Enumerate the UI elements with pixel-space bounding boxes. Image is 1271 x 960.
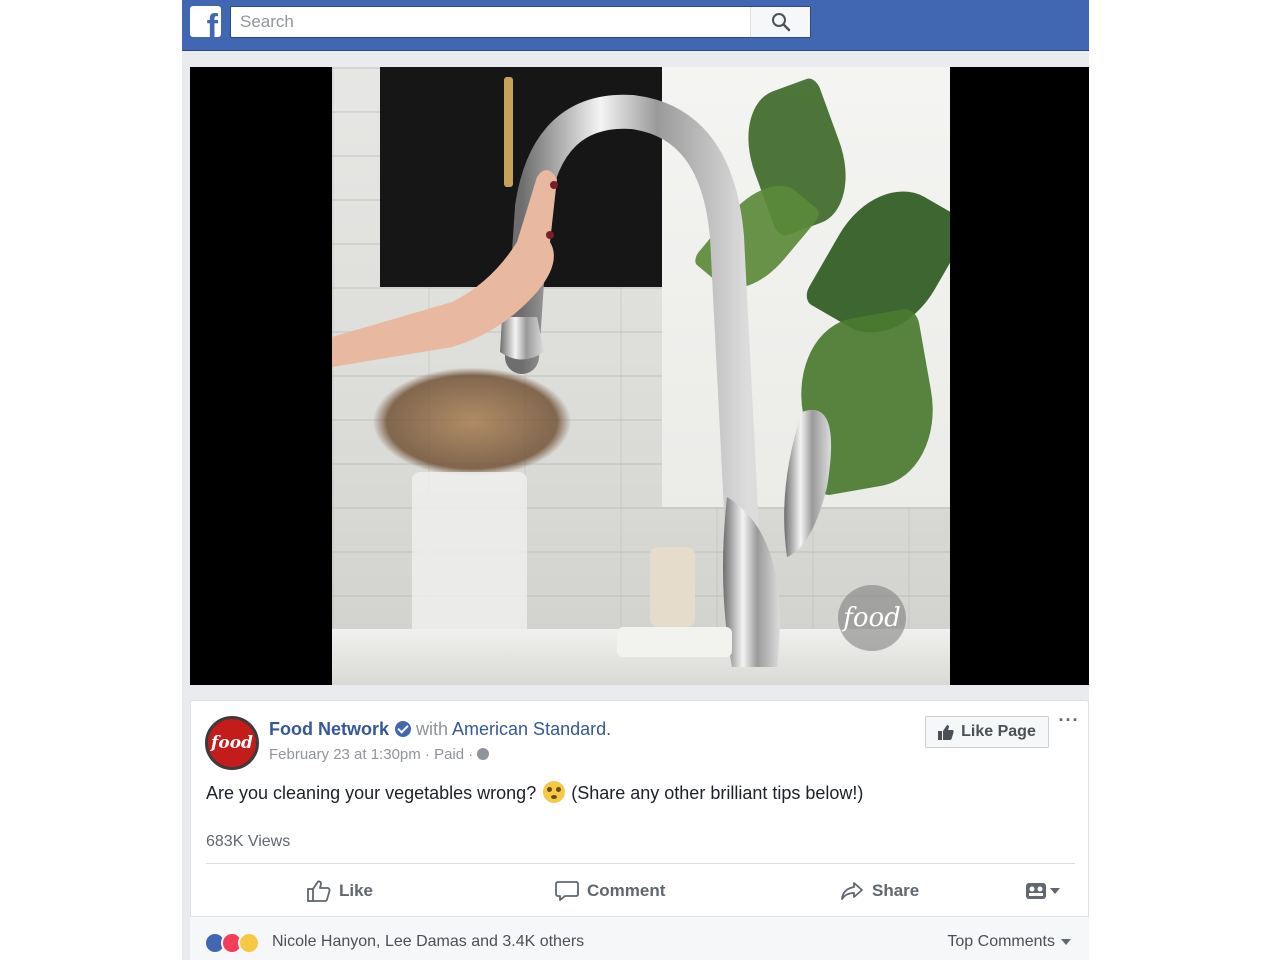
chevron-down-icon: [1050, 888, 1060, 894]
share-label: Share: [872, 881, 920, 900]
comment-icon: [555, 881, 579, 901]
flushed-face-emoji-icon: [543, 781, 566, 803]
facebook-logo-icon[interactable]: f: [190, 6, 221, 37]
like-icon: [307, 880, 331, 902]
share-icon: [841, 882, 863, 900]
like-button[interactable]: Like: [307, 869, 373, 913]
chevron-down-icon: [1061, 939, 1071, 945]
more-options-button[interactable]: ···: [1055, 711, 1083, 733]
reaction-icons[interactable]: [204, 932, 272, 954]
top-navigation-bar: f: [182, 0, 1089, 51]
video-frame: food: [332, 67, 950, 685]
partner-name-link[interactable]: American Standard.: [452, 719, 611, 739]
like-label: Like: [339, 881, 374, 900]
search-button[interactable]: [750, 7, 810, 37]
comment-label: Comment: [587, 881, 666, 900]
verified-badge-icon: [395, 721, 411, 737]
top-comments-label: Top Comments: [947, 933, 1055, 950]
divider: [206, 863, 1075, 864]
food-network-watermark: food: [838, 585, 906, 651]
video-player[interactable]: food: [190, 67, 1089, 685]
reaction-names-link[interactable]: Nicole Hanyon, Lee Damas and 3.4K others: [272, 933, 584, 951]
post-header-line: Food Network with American Standard.: [269, 719, 611, 740]
post-card: food Food Network with American Standard.…: [190, 700, 1089, 960]
search-icon: [771, 13, 790, 32]
post-actions-bar: Like Comment Share: [206, 869, 1075, 913]
comment-button[interactable]: Comment: [555, 869, 665, 913]
page-name-link[interactable]: Food Network: [269, 719, 389, 739]
top-comments-dropdown[interactable]: Top Comments: [947, 933, 1071, 951]
globe-icon: [477, 748, 490, 760]
share-button[interactable]: Share: [840, 869, 919, 913]
with-label: with: [416, 719, 449, 739]
search-input[interactable]: [231, 7, 749, 37]
view-count[interactable]: 683K Views: [206, 833, 290, 851]
wow-reaction-icon: [238, 932, 260, 954]
thumbs-up-icon: [938, 724, 954, 740]
post-timestamp[interactable]: February 23 at 1:30pm · Paid ·: [269, 746, 473, 763]
audience-avatar-icon: [1026, 883, 1046, 899]
post-text-tail: (Share any other brilliant tips below!): [571, 783, 864, 803]
post-text-main: Are you cleaning your vegetables wrong?: [206, 783, 537, 803]
like-page-button[interactable]: Like Page: [925, 716, 1049, 748]
page-avatar[interactable]: food: [205, 716, 259, 770]
post-text: Are you cleaning your vegetables wrong? …: [206, 781, 863, 804]
search-box: [230, 6, 811, 38]
post-meta: February 23 at 1:30pm · Paid ·: [269, 746, 490, 763]
like-page-label: Like Page: [961, 723, 1036, 740]
reactions-bar: Nicole Hanyon, Lee Damas and 3.4K others…: [190, 916, 1089, 960]
audience-selector-button[interactable]: [1026, 869, 1060, 913]
